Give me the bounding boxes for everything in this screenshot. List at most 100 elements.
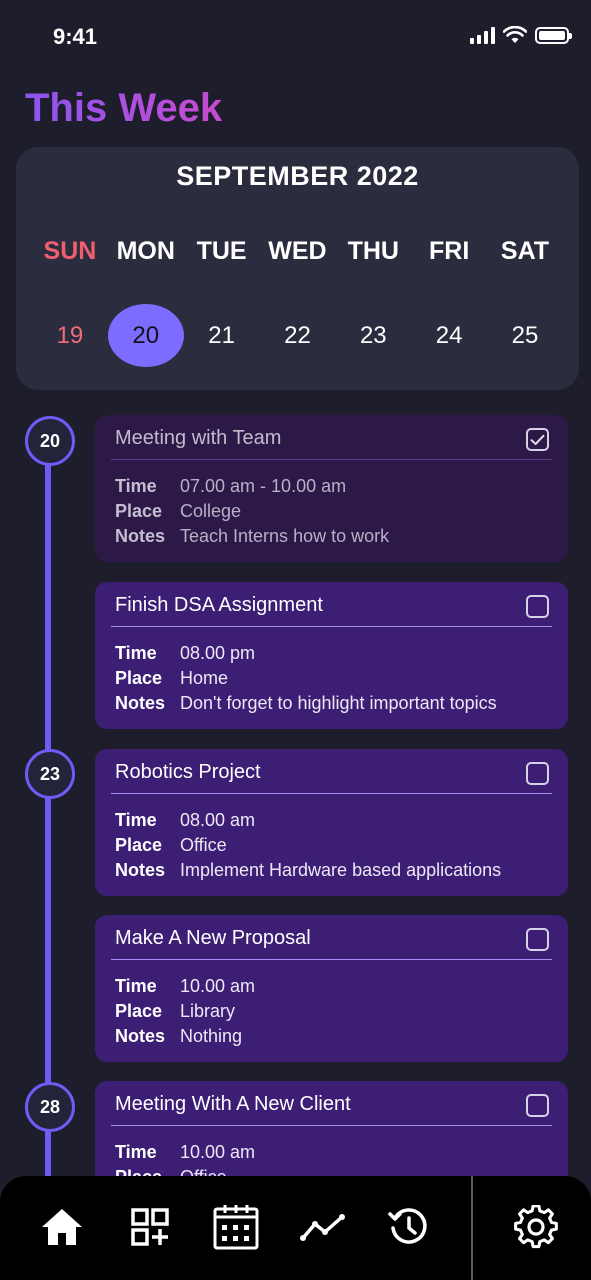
task-card[interactable]: Robotics Project Time 08.00 am Place Off… — [95, 749, 568, 896]
date-cell[interactable]: 21 — [184, 304, 260, 367]
page-title: This Week — [25, 86, 223, 130]
date-cell[interactable]: 23 — [335, 304, 411, 367]
task-time-row: Time 08.00 pm — [115, 643, 255, 664]
battery-icon — [535, 26, 572, 44]
task-notes: Implement Hardware based applications — [180, 860, 502, 880]
task-divider — [111, 459, 552, 460]
task-title: Finish DSA Assignment — [115, 594, 323, 616]
task-checkbox[interactable] — [526, 762, 549, 785]
date-cell[interactable]: 25 — [487, 304, 563, 367]
cellular-signal-icon — [470, 26, 495, 44]
task-time-row: Time 07.00 am - 10.00 am — [115, 476, 346, 497]
nav-home-button[interactable] — [39, 1204, 85, 1250]
task-place: Office — [180, 835, 227, 855]
task-card[interactable]: Finish DSA Assignment Time 08.00 pm Plac… — [95, 582, 568, 729]
place-label: Place — [115, 668, 163, 688]
task-checkbox[interactable] — [526, 1094, 549, 1117]
task-time: 08.00 pm — [180, 643, 256, 663]
nav-stats-button[interactable] — [300, 1204, 346, 1250]
task-place-row: Place Home — [115, 668, 228, 689]
task-notes: Don't forget to highlight important topi… — [180, 693, 497, 713]
time-label: Time — [115, 476, 157, 496]
task-title: Meeting with Team — [115, 427, 282, 449]
notes-label: Notes — [115, 1026, 166, 1046]
weekday-label: THU — [347, 237, 399, 265]
timeline-line — [45, 440, 51, 1180]
task-time: 10.00 am — [180, 976, 256, 996]
month-title: SEPTEMBER 2022 — [176, 161, 419, 191]
history-icon — [388, 1208, 427, 1244]
date-cell-selected[interactable]: 20 — [107, 304, 184, 367]
checkmark-icon — [530, 434, 545, 445]
task-place-row: Place Office — [115, 835, 227, 856]
date-row: 19 20 21 22 23 24 25 — [32, 304, 563, 367]
weekday-label: MON — [116, 237, 175, 265]
task-checkbox[interactable] — [526, 928, 549, 951]
task-time-row: Time 08.00 am — [115, 810, 255, 831]
nav-divider — [471, 1176, 473, 1280]
date-cell[interactable]: 24 — [411, 304, 487, 367]
nav-history-button[interactable] — [386, 1204, 432, 1250]
task-divider — [111, 626, 552, 627]
task-time-row: Time 10.00 am — [115, 1142, 255, 1163]
nav-add-button[interactable] — [127, 1204, 173, 1250]
status-bar: 9:41 — [0, 0, 591, 74]
place-label: Place — [115, 501, 163, 521]
weekday-label: SUN — [43, 237, 97, 265]
date-cell[interactable]: 19 — [32, 304, 108, 367]
task-place: College — [180, 501, 242, 521]
bottom-nav — [0, 1176, 591, 1280]
weekday-label: TUE — [196, 237, 247, 265]
home-icon — [42, 1209, 82, 1245]
date-cell[interactable]: 22 — [260, 304, 336, 367]
task-notes: Teach Interns how to work — [180, 526, 390, 546]
status-icons — [470, 26, 572, 44]
task-notes-row: Notes Nothing — [115, 1026, 242, 1047]
task-divider — [111, 793, 552, 794]
task-time: 10.00 am — [180, 1142, 256, 1162]
task-place-row: Place College — [115, 501, 241, 522]
status-time: 9:41 — [53, 24, 98, 49]
notes-label: Notes — [115, 526, 166, 546]
task-title: Robotics Project — [115, 761, 261, 783]
nav-calendar-button[interactable] — [213, 1204, 259, 1250]
calendar-icon — [213, 1205, 259, 1250]
task-notes-row: Notes Don't forget to highlight importan… — [115, 693, 497, 714]
task-place: Home — [180, 668, 229, 688]
notes-label: Notes — [115, 860, 166, 880]
weekday-row: SUN MON TUE WED THU FRI SAT — [32, 237, 563, 266]
task-place: Library — [180, 1001, 236, 1021]
task-card[interactable]: Make A New Proposal Time 10.00 am Place … — [95, 915, 568, 1062]
nav-settings-button[interactable] — [513, 1204, 559, 1250]
settings-icon — [514, 1205, 558, 1249]
task-card[interactable]: Meeting with Team Time 07.00 am - 10.00 … — [95, 415, 568, 562]
task-time: 07.00 am - 10.00 am — [180, 476, 347, 496]
task-title: Make A New Proposal — [115, 927, 311, 949]
notes-label: Notes — [115, 693, 166, 713]
task-notes-row: Notes Teach Interns how to work — [115, 526, 389, 547]
day-marker: 23 — [25, 749, 75, 799]
task-time-row: Time 10.00 am — [115, 976, 255, 997]
stats-icon — [300, 1214, 345, 1241]
time-label: Time — [115, 643, 157, 663]
task-notes-row: Notes Implement Hardware based applicati… — [115, 860, 501, 881]
task-title: Meeting With A New Client — [115, 1093, 351, 1115]
task-divider — [111, 1125, 552, 1126]
task-notes: Nothing — [180, 1026, 243, 1046]
add-grid-icon — [131, 1208, 169, 1246]
task-checkbox-checked[interactable] — [526, 428, 549, 451]
task-divider — [111, 959, 552, 960]
place-label: Place — [115, 1001, 163, 1021]
time-label: Time — [115, 976, 157, 996]
task-time: 08.00 am — [180, 810, 256, 830]
task-place-row: Place Library — [115, 1001, 235, 1022]
weekday-label: FRI — [429, 237, 470, 265]
task-checkbox[interactable] — [526, 595, 549, 618]
weekday-label: SAT — [500, 237, 550, 265]
week-calendar: SEPTEMBER 2022 SUN MON TUE WED THU FRI S… — [16, 147, 579, 390]
time-label: Time — [115, 810, 157, 830]
time-label: Time — [115, 1142, 157, 1162]
weekday-label: WED — [268, 237, 327, 265]
day-marker: 20 — [25, 416, 75, 466]
wifi-icon — [503, 26, 527, 43]
